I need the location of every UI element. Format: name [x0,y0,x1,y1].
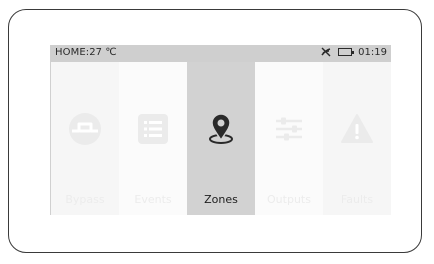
tile-faults[interactable]: Faults [323,62,391,215]
warning-icon [339,111,375,147]
status-indicators: 01:19 [320,46,387,58]
touch-screen: HOME:27 ℃ 01:19 Bypass Events Zones Outp… [50,45,391,215]
location-pin-icon [203,111,239,147]
sliders-icon [271,111,307,147]
tile-label-bypass: Bypass [65,193,105,206]
no-signal-icon [320,46,332,58]
tile-outputs[interactable]: Outputs [255,62,323,215]
tile-label-outputs: Outputs [267,193,311,206]
location-label: HOME: [55,47,90,58]
tile-label-faults: Faults [340,193,374,206]
tile-bypass[interactable]: Bypass [51,62,119,215]
tile-events[interactable]: Events [119,62,187,215]
tile-label-zones: Zones [204,193,238,206]
temperature-value: 27 ℃ [89,47,117,58]
events-list-icon [135,111,171,147]
tile-zones[interactable]: Zones [187,62,255,215]
bypass-icon [67,111,103,147]
status-bar: HOME:27 ℃ 01:19 [51,45,391,62]
battery-icon [338,48,355,56]
location-temperature: HOME:27 ℃ [55,47,117,58]
menu-tiles: Bypass Events Zones Outputs Faults [51,62,391,215]
clock-time: 01:19 [358,46,387,58]
tile-label-events: Events [134,193,172,206]
